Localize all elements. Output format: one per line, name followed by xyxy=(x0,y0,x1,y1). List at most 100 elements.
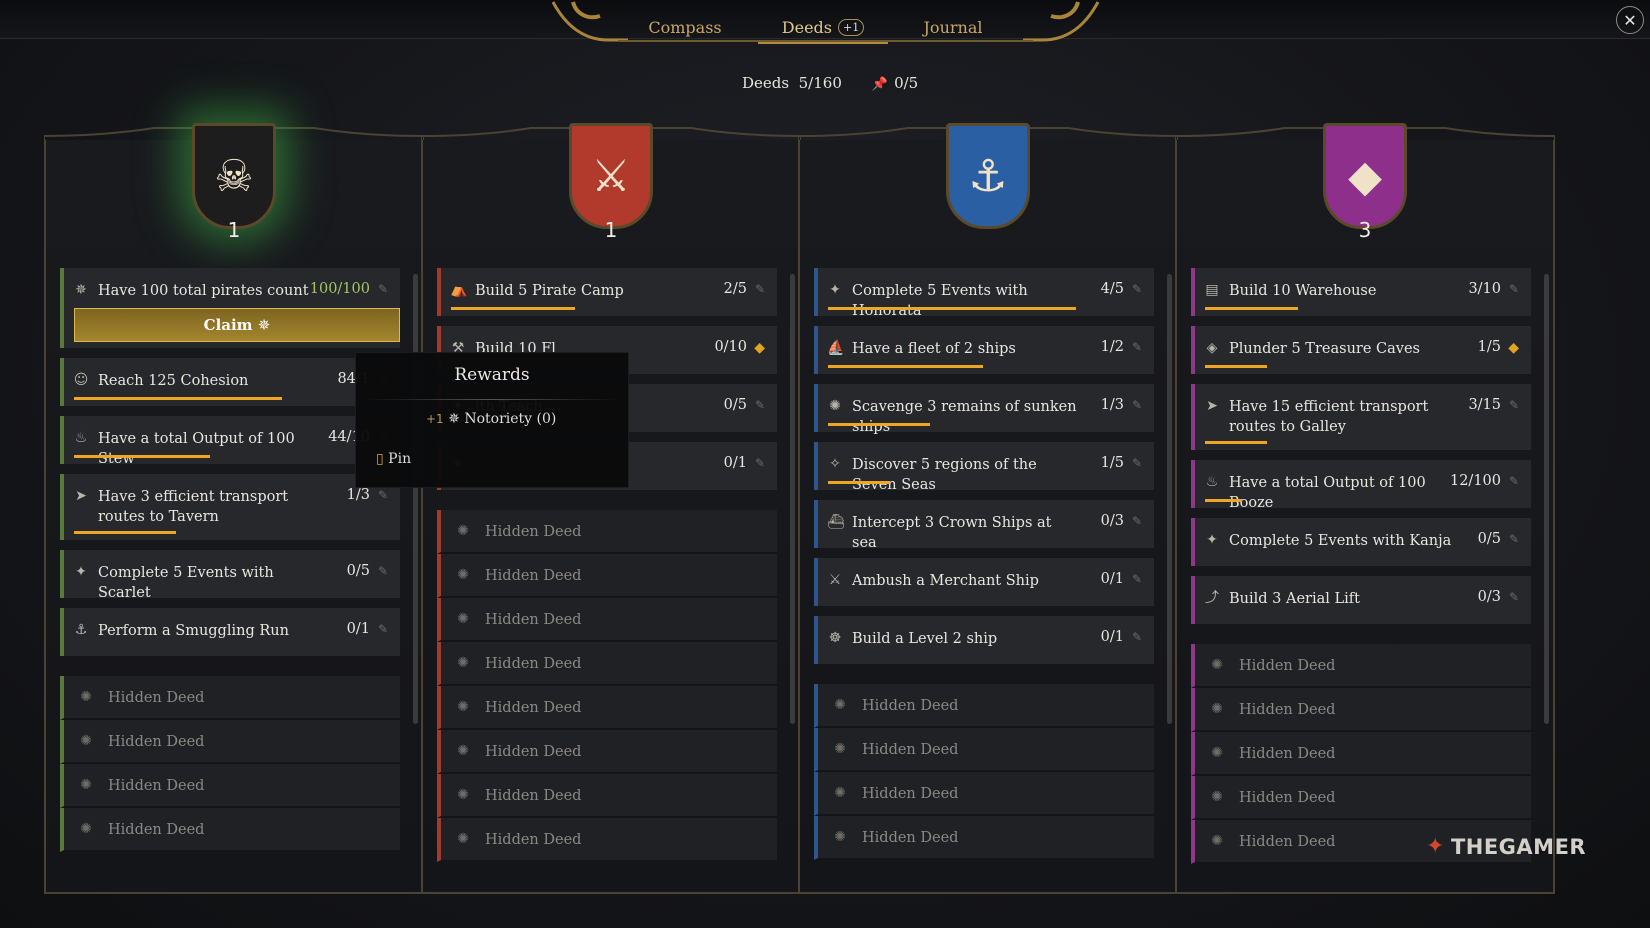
deeds-value: 5/160 xyxy=(798,74,842,92)
hidden-deed-row: ✺ Hidden Deed xyxy=(437,554,777,598)
deed-row[interactable]: ⚓ Perform a Smuggling Run 0/1 ✎ xyxy=(60,608,400,656)
pin-icon[interactable]: ✎ xyxy=(1132,340,1142,354)
tab-compass[interactable]: Compass xyxy=(620,12,750,42)
deed-row[interactable]: ◈ Plunder 5 Treasure Caves 1/5 ◆ xyxy=(1191,326,1531,374)
pin-icon[interactable]: ✎ xyxy=(378,282,388,296)
right-ornament-icon xyxy=(1023,1,1100,42)
hidden-deed-label: Hidden Deed xyxy=(485,656,582,672)
deed-count: 1/5 xyxy=(1100,455,1124,471)
hidden-deed-icon: ✺ xyxy=(1211,745,1223,761)
deed-title: Complete 5 Events with Kanja xyxy=(1229,533,1452,549)
banner-level: 1 xyxy=(604,218,618,242)
deed-row[interactable]: ⛵ Have a fleet of 2 ships 1/2 ✎ xyxy=(814,326,1154,374)
deed-count: 2/5 xyxy=(723,281,747,297)
hidden-deed-icon: ✺ xyxy=(457,743,469,759)
deed-row[interactable]: ✦ Complete 5 Events with Kanja 0/5 ✎ xyxy=(1191,518,1531,566)
event-icon: ✦ xyxy=(1206,532,1218,548)
deed-count: 0/1 xyxy=(1100,629,1124,645)
hidden-deed-icon: ✺ xyxy=(457,831,469,847)
column-scrollbar[interactable] xyxy=(413,274,418,724)
treasure-icon: ◈ xyxy=(1206,340,1218,356)
pin-icon[interactable]: ✎ xyxy=(1509,532,1519,546)
deed-row[interactable]: ☸ Build a Level 2 ship 0/1 ✎ xyxy=(814,616,1154,664)
deed-row[interactable]: ▤ Build 10 Warehouse 3/10 ✎ xyxy=(1191,268,1531,316)
pin-action[interactable]: ▯ Pin xyxy=(376,451,411,467)
hidden-deed-icon: ✺ xyxy=(80,777,92,793)
reward-diamond-icon[interactable]: ◆ xyxy=(1508,340,1519,356)
pin-icon[interactable]: ✎ xyxy=(1509,474,1519,488)
pin-icon[interactable]: ✎ xyxy=(1509,398,1519,412)
deed-row[interactable]: ✺ Scavenge 3 remains of sunken ships 1/3 ✎ xyxy=(814,384,1154,435)
deed-title: Build 5 Pirate Camp xyxy=(475,283,624,299)
hidden-deed-row: ✺ Hidden Deed xyxy=(814,728,1154,772)
deed-column: ☠ 1 ✵ Have 100 total pirates count 100/100 ✎ C… xyxy=(44,123,424,894)
column-scrollbar[interactable] xyxy=(790,274,795,724)
hidden-deed-icon: ✺ xyxy=(834,785,846,801)
deed-row[interactable]: ♨Have a total Output of 100 Stew44/10✎ xyxy=(60,416,400,467)
ambush-icon: ⚔ xyxy=(828,572,842,588)
claim-button[interactable]: Claim ✵ xyxy=(74,308,400,342)
pin-icon[interactable]: ✎ xyxy=(1132,514,1142,528)
tab-deeds[interactable]: Deeds +1 xyxy=(758,12,888,44)
reward-diamond-icon[interactable]: ◆ xyxy=(754,340,765,356)
deed-row[interactable]: ⚔ Ambush a Merchant Ship 0/1 ✎ xyxy=(814,558,1154,606)
route-icon: ➤ xyxy=(1206,398,1218,414)
column-scrollbar[interactable] xyxy=(1167,274,1172,724)
progress-bar xyxy=(1205,365,1267,368)
pin-icon[interactable]: ✎ xyxy=(1132,572,1142,586)
pin-icon[interactable]: ✎ xyxy=(1509,590,1519,604)
deed-row[interactable]: ♨ Have a total Output of 100 Booze 12/100 ✎ xyxy=(1191,460,1531,511)
deed-row[interactable]: ✦ Complete 5 Events with Honorata 4/5 ✎ xyxy=(814,268,1154,319)
deed-count: 1/3 xyxy=(346,487,370,503)
hidden-deed-label: Hidden Deed xyxy=(1239,746,1336,762)
deed-column: ⚔ 1 ⛺ Build 5 Pirate Camp 2/5 ✎ ⚒ Build 10 Fl 0/… xyxy=(421,123,801,894)
stew-icon: ♨ xyxy=(74,430,88,446)
pin-icon[interactable]: ✎ xyxy=(378,622,388,636)
deed-count: 0/5 xyxy=(1477,531,1501,547)
hidden-deed-row: ✺ Hidden Deed xyxy=(1191,732,1531,776)
deed-row[interactable]: ⛴ Intercept 3 Crown Ships at sea 0/3 ✎ xyxy=(814,500,1154,551)
pin-icon[interactable]: ✎ xyxy=(1132,398,1142,412)
deed-count: 4/5 xyxy=(1100,281,1124,297)
pin-icon[interactable]: ✎ xyxy=(1132,282,1142,296)
pin-icon[interactable]: ✎ xyxy=(378,564,388,578)
column-scrollbar[interactable] xyxy=(1544,274,1549,724)
deed-title: Build 10 Warehouse xyxy=(1229,283,1377,299)
deed-count: 0/5 xyxy=(723,397,747,413)
deed-count: 0/1 xyxy=(1100,571,1124,587)
pin-icon[interactable]: ✎ xyxy=(755,456,765,470)
deed-row[interactable]: ➤ Have 15 efficient transport routes to G… xyxy=(1191,384,1531,450)
deed-row[interactable]: ⤴ Build 3 Aerial Lift 0/3 ✎ xyxy=(1191,576,1531,624)
pin-icon[interactable]: ✎ xyxy=(378,488,388,502)
deed-row[interactable]: ➤ Have 3 efficient transport routes to Ta… xyxy=(60,474,400,540)
hidden-deed-icon: ✺ xyxy=(457,787,469,803)
hidden-deed-label: Hidden Deed xyxy=(1239,702,1336,718)
deed-row[interactable]: ☺Reach 125 Cohesion84/1✎ xyxy=(60,358,400,406)
reward-line: +1 ✵ Notoriety (0) xyxy=(426,411,556,427)
tab-journal[interactable]: Journal xyxy=(888,12,1018,42)
deed-row[interactable]: ✵ Have 100 total pirates count 100/100 ✎ Cla… xyxy=(60,268,400,348)
hidden-deed-row: ✺ Hidden Deed xyxy=(1191,688,1531,732)
close-button[interactable]: ✕ xyxy=(1616,6,1644,34)
hidden-deed-label: Hidden Deed xyxy=(108,778,205,794)
notoriety-icon: ✵ xyxy=(257,316,271,334)
pin-icon[interactable]: ✎ xyxy=(1132,456,1142,470)
list-gap xyxy=(814,674,1154,684)
deed-title: Reach 125 Cohesion xyxy=(98,373,249,389)
pin-icon[interactable]: ✎ xyxy=(1132,630,1142,644)
deed-title: Have a total Output of 100 Stew xyxy=(98,431,295,467)
pin-icon[interactable]: ✎ xyxy=(1509,282,1519,296)
progress-bar xyxy=(1205,499,1242,502)
progress-bar xyxy=(828,423,930,426)
deed-title: Discover 5 regions of the Seven Seas xyxy=(852,457,1037,493)
deed-row[interactable]: ⛺ Build 5 Pirate Camp 2/5 ✎ xyxy=(437,268,777,316)
tooltip-title: Rewards xyxy=(454,365,530,385)
deed-row[interactable]: ✧ Discover 5 regions of the Seven Seas 1/5… xyxy=(814,442,1154,493)
pin-icon[interactable]: ✎ xyxy=(755,398,765,412)
deed-title: Scavenge 3 remains of sunken ships xyxy=(852,399,1077,435)
deed-row[interactable]: ✦ Complete 5 Events with Scarlet 0/5 ✎ xyxy=(60,550,400,601)
hidden-deed-label: Hidden Deed xyxy=(108,690,205,706)
pin-icon[interactable]: ✎ xyxy=(755,282,765,296)
hidden-deed-icon: ✺ xyxy=(457,699,469,715)
deed-title: Perform a Smuggling Run xyxy=(98,623,289,639)
